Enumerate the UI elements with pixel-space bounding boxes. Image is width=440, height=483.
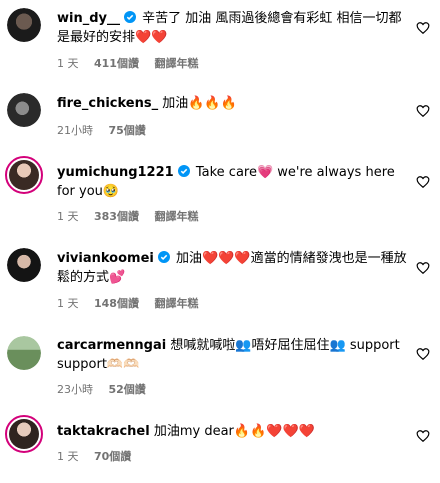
likes-count[interactable]: 383個讚 — [94, 210, 139, 223]
like-heart-icon[interactable] — [416, 104, 430, 118]
comment-time[interactable]: 21小時 — [57, 124, 93, 137]
username[interactable]: viviankoomei — [57, 251, 154, 266]
comment-meta: 1 天 70個讚 — [57, 448, 143, 464]
user-avatar[interactable] — [7, 248, 41, 282]
comment-meta: 23小時 52個讚 — [57, 381, 158, 397]
comment-time[interactable]: 23小時 — [57, 383, 93, 396]
user-avatar[interactable] — [7, 93, 41, 127]
user-avatar[interactable] — [7, 8, 41, 42]
comment-time[interactable]: 1 天 — [57, 297, 79, 310]
like-heart-icon[interactable] — [416, 261, 430, 275]
user-avatar[interactable] — [5, 415, 43, 453]
verified-badge-icon — [177, 165, 190, 177]
comment-time[interactable]: 1 天 — [57, 210, 79, 223]
likes-count[interactable]: 75個讚 — [109, 124, 146, 137]
user-avatar[interactable] — [7, 336, 41, 370]
username[interactable]: taktakrachel — [57, 424, 150, 439]
likes-count[interactable]: 411個讚 — [94, 57, 139, 70]
comment-time[interactable]: 1 天 — [57, 57, 79, 70]
comment-text: 加油my dear🔥🔥❤️❤️❤️ — [153, 424, 315, 439]
username[interactable]: fire_chickens_ — [57, 96, 158, 111]
comment-meta: 1 天 383個讚 翻譯年糕 — [57, 208, 210, 224]
like-heart-icon[interactable] — [416, 21, 430, 35]
translate-link[interactable]: 翻譯年糕 — [154, 210, 198, 223]
likes-count[interactable]: 52個讚 — [109, 383, 146, 396]
comment-time[interactable]: 1 天 — [57, 450, 79, 463]
translate-link[interactable]: 翻譯年糕 — [154, 297, 198, 310]
like-heart-icon[interactable] — [416, 347, 430, 361]
user-avatar[interactable] — [5, 156, 43, 194]
like-heart-icon[interactable] — [416, 175, 430, 189]
comment-text: 加油🔥🔥🔥 — [162, 96, 237, 111]
like-heart-icon[interactable] — [416, 429, 430, 443]
username[interactable]: win_dy__ — [57, 11, 120, 26]
comment-meta: 21小時 75個讚 — [57, 122, 158, 138]
username[interactable]: carcarmenngai — [57, 338, 166, 353]
translate-link[interactable]: 翻譯年糕 — [154, 57, 198, 70]
comment-meta: 1 天 148個讚 翻譯年糕 — [57, 295, 210, 311]
verified-badge-icon — [124, 11, 137, 23]
comment-meta: 1 天 411個讚 翻譯年糕 — [57, 55, 210, 71]
verified-badge-icon — [157, 251, 170, 263]
likes-count[interactable]: 70個讚 — [94, 450, 131, 463]
likes-count[interactable]: 148個讚 — [94, 297, 139, 310]
username[interactable]: yumichung1221 — [57, 165, 174, 180]
